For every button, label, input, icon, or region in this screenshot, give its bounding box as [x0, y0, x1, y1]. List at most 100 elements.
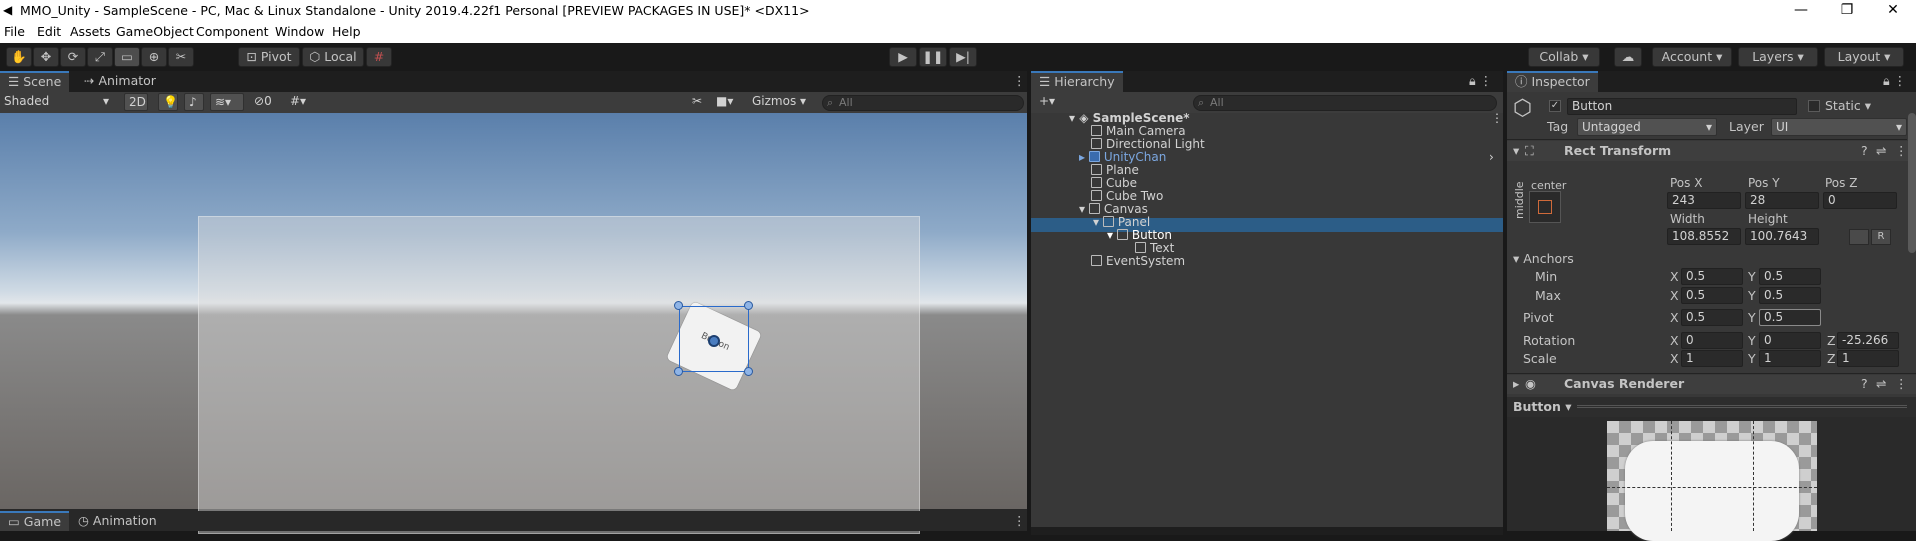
step-button[interactable]: ▶| — [949, 47, 977, 67]
handle-bottom-right[interactable] — [744, 367, 753, 376]
2d-toggle[interactable]: 2D — [124, 93, 148, 111]
custom-tool-icon[interactable]: ✂ — [168, 47, 194, 67]
name-field[interactable]: Button — [1567, 98, 1797, 115]
slice-line — [1607, 487, 1817, 488]
collab-dropdown[interactable]: Collab ▾ — [1528, 47, 1600, 67]
transform-tool-icon[interactable]: ⊕ — [141, 47, 167, 67]
lighting-icon[interactable]: 💡 — [158, 93, 178, 111]
menu-edit[interactable]: Edit — [37, 24, 61, 39]
rotation-x-field[interactable]: 0 — [1681, 332, 1743, 349]
rotate-tool-icon[interactable]: ⟳ — [60, 47, 86, 67]
blueprint-button[interactable] — [1849, 229, 1869, 245]
grid-icon[interactable]: #▾ — [286, 93, 324, 111]
scene-viewport[interactable]: Button — [0, 113, 1027, 534]
canvas-renderer-header[interactable]: ▸ ◉ Canvas Renderer ? ⇌ ⋮ — [1507, 375, 1916, 394]
rect-transform-header[interactable]: ▾ ⛶ Rect Transform ? ⇌ ⋮ — [1507, 141, 1916, 161]
posx-field[interactable]: 243 — [1667, 192, 1741, 209]
camera-icon[interactable]: ■▾ — [712, 93, 746, 111]
tree-item-eventsystem[interactable]: EventSystem — [1091, 253, 1185, 269]
cloud-icon[interactable]: ☁ — [1614, 47, 1642, 67]
tab-animator[interactable]: ⇢ Animator — [76, 71, 164, 92]
handle-top-right[interactable] — [744, 301, 753, 310]
scene-menu-icon[interactable]: ⋮ — [1491, 110, 1503, 126]
rotation-y-field[interactable]: 0 — [1759, 332, 1821, 349]
preview-dropdown[interactable]: Button ▾ — [1513, 399, 1572, 414]
static-label[interactable]: Static ▾ — [1825, 98, 1871, 113]
handle-top-left[interactable] — [674, 301, 683, 310]
raw-edit-button[interactable]: R — [1871, 229, 1891, 245]
account-dropdown[interactable]: Account ▾ — [1652, 47, 1732, 67]
effects-icon[interactable]: ≋▾ — [210, 93, 244, 111]
gizmos-dropdown[interactable]: Gizmos ▾ — [748, 93, 814, 111]
scene-search[interactable]: ⌕ All — [822, 95, 1024, 111]
anchor-min-x-field[interactable]: 0.5 — [1681, 268, 1743, 285]
close-button[interactable]: ✕ — [1870, 0, 1916, 22]
lock-icon[interactable]: 🔒︎ ⋮ — [1461, 71, 1500, 92]
posy-field[interactable]: 28 — [1745, 192, 1819, 209]
more-icon[interactable]: ⋮ — [1005, 511, 1034, 531]
hierarchy-search[interactable]: ⌕ All — [1193, 95, 1497, 111]
tab-inspector[interactable]: ⓘ Inspector — [1507, 71, 1598, 92]
pivot-icon: ⊡ — [246, 49, 261, 64]
hidden-objects-icon[interactable]: ⊘0 — [250, 93, 282, 111]
menu-file[interactable]: File — [4, 24, 25, 39]
pivot-handle[interactable] — [708, 335, 720, 347]
posz-field[interactable]: 0 — [1823, 192, 1897, 209]
help-icon[interactable]: ? — [1861, 376, 1868, 391]
anchors-foldout[interactable]: ▾ Anchors — [1513, 251, 1574, 266]
menu-component[interactable]: Component — [196, 24, 269, 39]
shading-dropdown[interactable]: Shaded ▾ — [0, 93, 115, 111]
drag-handle[interactable] — [1577, 405, 1907, 408]
inspector-tab-row: ⓘ Inspector 🔒︎ ⋮ — [1507, 71, 1916, 92]
create-button[interactable]: +▾ — [1035, 93, 1065, 111]
grid-snap-icon[interactable]: # — [366, 47, 392, 67]
move-tool-icon[interactable]: ✥ — [33, 47, 59, 67]
static-checkbox[interactable] — [1808, 100, 1820, 112]
tab-game[interactable]: ▭ Game — [0, 511, 70, 531]
pivot-x-field[interactable]: 0.5 — [1681, 309, 1743, 326]
anchor-max-y-field[interactable]: 0.5 — [1759, 287, 1821, 304]
rect-tool-icon[interactable]: ▭ — [114, 47, 140, 67]
play-button[interactable]: ▶ — [889, 47, 917, 67]
tab-animation[interactable]: ◷ Animation — [70, 511, 165, 531]
pivot-toggle[interactable]: ⊡ Pivot — [238, 47, 300, 67]
menu-gameobject[interactable]: GameObject — [116, 24, 194, 39]
handle-bottom-left[interactable] — [674, 367, 683, 376]
anchor-preset-button[interactable] — [1529, 191, 1561, 223]
component-menu-icon[interactable]: ⋮ — [1895, 143, 1908, 158]
active-checkbox[interactable]: ✓ — [1549, 100, 1561, 112]
inspector-scrollbar[interactable] — [1908, 113, 1916, 253]
minimize-button[interactable]: — — [1778, 0, 1824, 22]
local-toggle[interactable]: ⬡ Local — [302, 47, 364, 67]
height-field[interactable]: 100.7643 — [1745, 228, 1819, 245]
audio-icon[interactable]: ♪ — [184, 93, 204, 111]
width-field[interactable]: 108.8552 — [1667, 228, 1741, 245]
preset-icon[interactable]: ⇌ — [1876, 143, 1886, 158]
tools-icon[interactable]: ✂ — [688, 93, 710, 111]
layers-dropdown[interactable]: Layers ▾ — [1738, 47, 1818, 67]
scale-tool-icon[interactable]: ⤢ — [87, 47, 113, 67]
rotation-z-field[interactable]: -25.266 — [1837, 332, 1899, 349]
more-icon[interactable]: ⋮ — [1005, 71, 1034, 92]
scale-x-field[interactable]: 1 — [1681, 350, 1743, 367]
tab-hierarchy[interactable]: ☰ Hierarchy — [1031, 71, 1123, 92]
help-icon[interactable]: ? — [1861, 143, 1868, 158]
menu-help[interactable]: Help — [332, 24, 361, 39]
anchor-min-y-field[interactable]: 0.5 — [1759, 268, 1821, 285]
menu-window[interactable]: Window — [275, 24, 324, 39]
menu-assets[interactable]: Assets — [70, 24, 111, 39]
scale-y-field[interactable]: 1 — [1759, 350, 1821, 367]
layout-dropdown[interactable]: Layout ▾ — [1824, 47, 1904, 67]
lock-icon[interactable]: 🔒︎ ⋮ — [1875, 71, 1914, 92]
y-label: Y — [1748, 333, 1756, 348]
anchor-max-x-field[interactable]: 0.5 — [1681, 287, 1743, 304]
component-menu-icon[interactable]: ⋮ — [1895, 376, 1908, 391]
preset-icon[interactable]: ⇌ — [1876, 376, 1886, 391]
pause-button[interactable]: ❚❚ — [919, 47, 947, 67]
scale-z-field[interactable]: 1 — [1837, 350, 1899, 367]
prefab-arrow-icon[interactable]: › — [1489, 149, 1494, 165]
tab-scene[interactable]: ☰ Scene — [0, 71, 70, 92]
hand-tool-icon[interactable]: ✋ — [6, 47, 32, 67]
pivot-y-field[interactable]: 0.5 — [1759, 309, 1821, 326]
maximize-button[interactable]: ❐ — [1824, 0, 1870, 22]
